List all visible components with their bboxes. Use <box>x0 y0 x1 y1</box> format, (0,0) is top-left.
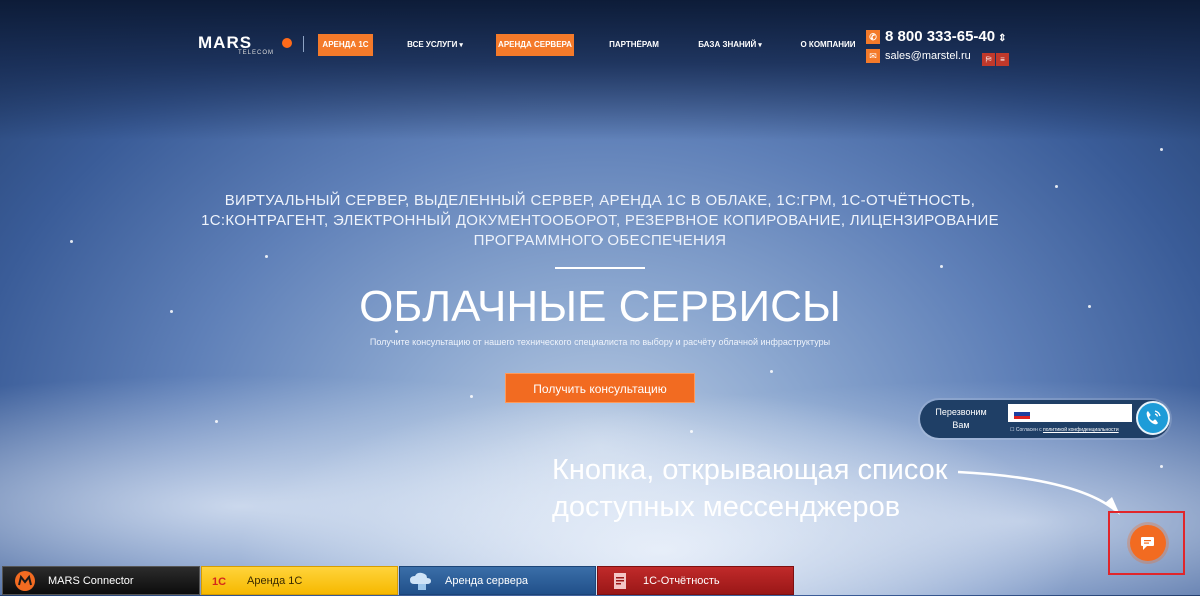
messengers-button[interactable] <box>1130 525 1166 561</box>
header-email[interactable]: ✉ sales@marstel.ru <box>866 48 971 64</box>
nav-label: АРЕНДА 1С <box>322 40 369 49</box>
map-icon[interactable]: ⛿ <box>982 53 995 66</box>
nav-knowledge-base[interactable]: БАЗА ЗНАНИЙ ▾ <box>694 34 766 56</box>
cloud-server-icon <box>410 572 431 590</box>
nav-arenda-servera[interactable]: АРЕНДА СЕРВЕРА <box>496 34 574 56</box>
chevron-down-icon: ▾ <box>758 42 762 49</box>
tab-label: 1С-Отчётность <box>643 575 720 587</box>
annotation-text: Кнопка, открывающая список доступных мес… <box>552 452 952 526</box>
call-icon <box>1146 410 1161 425</box>
page-title: ОБЛАЧНЫЕ СЕРВИСЫ <box>359 282 841 331</box>
nav-label: О КОМПАНИИ <box>800 40 856 49</box>
nav-label: БАЗА ЗНАНИЙ <box>698 40 757 49</box>
header-action-buttons: ⛿ ≡ <box>981 49 1009 66</box>
callback-consent[interactable]: ☐ Согласен с политикой конфиденциальност… <box>1010 427 1119 433</box>
consent-prefix: Согласен с <box>1015 427 1042 433</box>
consultation-button[interactable]: Получить консультацию <box>505 373 695 403</box>
tab-label: Аренда сервера <box>445 575 529 587</box>
flag-ru-icon[interactable] <box>1014 409 1030 419</box>
mars-logo-icon <box>15 571 35 591</box>
nav-label: АРЕНДА СЕРВЕРА <box>498 40 572 49</box>
hero-subtitle: Получите консультацию от нашего техничес… <box>369 337 831 347</box>
phone-number: 8 800 333-65-40 <box>885 28 996 45</box>
header-phone[interactable]: ✆ 8 800 333-65-40 ⇕ <box>866 28 1006 46</box>
hero-divider <box>555 267 645 269</box>
services-line: ВИРТУАЛЬНЫЙ СЕРВЕР, ВЫДЕЛЕННЫЙ СЕРВЕР, А… <box>224 192 976 209</box>
nav-partners[interactable]: ПАРТНЁРАМ <box>603 34 665 56</box>
services-list: ВИРТУАЛЬНЫЙ СЕРВЕР, ВЫДЕЛЕННЫЙ СЕРВЕР, А… <box>200 191 1000 251</box>
annotation-line: доступных мессенджеров <box>552 491 901 523</box>
logo[interactable]: MARS TELECOM <box>198 33 298 59</box>
nav-all-services[interactable]: ВСЕ УСЛУГИ ▾ <box>402 34 468 56</box>
phone-icon: ✆ <box>866 30 880 45</box>
chevron-down-icon: ▾ <box>459 42 463 49</box>
logo-dot <box>282 38 292 48</box>
tab-arenda-servera[interactable]: Аренда сервера <box>399 566 596 595</box>
sort-arrows-icon: ⇕ <box>998 33 1007 44</box>
tab-1c-otchetnost[interactable]: 1С-Отчётность <box>597 566 794 595</box>
mail-icon: ✉ <box>866 49 880 64</box>
services-line: ПРОГРАММНОГО ОБЕСПЕЧЕНИЯ <box>473 232 727 249</box>
callback-label: Перезвоним Вам <box>932 406 990 432</box>
logo-subtitle: TELECOM <box>238 50 275 56</box>
report-icon <box>614 573 626 589</box>
tab-label: MARS Connector <box>48 575 134 587</box>
tab-label: Аренда 1С <box>247 575 303 587</box>
services-line: 1С:КОНТРАГЕНТ, ЭЛЕКТРОННЫЙ ДОКУМЕНТООБОР… <box>201 212 999 229</box>
logo-separator <box>303 36 304 52</box>
callback-label-line: Перезвоним <box>935 407 987 417</box>
1c-logo-icon: 1С <box>212 576 226 588</box>
svg-text:1С: 1С <box>212 576 226 588</box>
chat-icon <box>1141 537 1154 550</box>
nav-label: ПАРТНЁРАМ <box>609 40 659 49</box>
email-address: sales@marstel.ru <box>885 50 971 62</box>
consent-checkbox[interactable]: ☐ <box>1010 427 1014 433</box>
callback-label-line: Вам <box>952 420 970 430</box>
annotation-line: Кнопка, открывающая список <box>552 454 948 486</box>
callback-widget: Перезвоним Вам ☐ Согласен с политикой ко… <box>920 400 1170 438</box>
privacy-policy-link[interactable]: политикой конфиденциальности <box>1043 427 1119 433</box>
callback-call-button[interactable] <box>1136 401 1170 435</box>
tab-arenda-1c[interactable]: 1С Аренда 1С <box>201 566 398 595</box>
menu-icon[interactable]: ≡ <box>996 53 1009 66</box>
sky-background <box>0 0 1200 140</box>
tab-mars-connector[interactable]: MARS Connector <box>2 566 200 595</box>
nav-label: ВСЕ УСЛУГИ <box>407 40 458 49</box>
nav-about[interactable]: О КОМПАНИИ <box>797 34 859 56</box>
nav-arenda-1c[interactable]: АРЕНДА 1С <box>318 34 373 56</box>
